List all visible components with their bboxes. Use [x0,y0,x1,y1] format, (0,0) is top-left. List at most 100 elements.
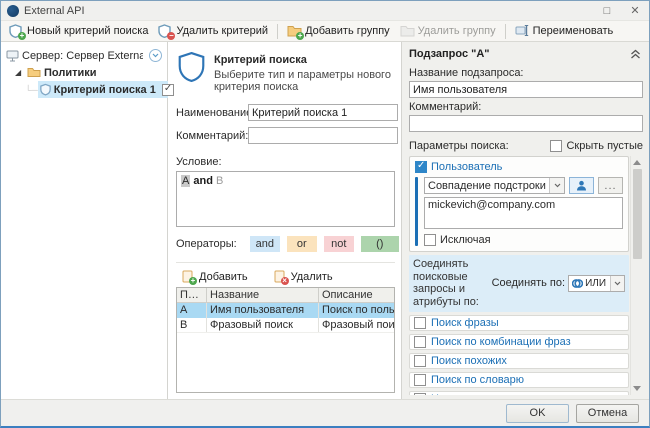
delete-criterion-button[interactable]: – Удалить критерий [153,22,273,40]
subquery-comment-input[interactable] [409,115,643,132]
search-type-checkbox[interactable] [414,355,426,367]
collapse-panel-icon[interactable] [630,49,641,59]
comment-label: Комментарий: [176,130,248,142]
hide-empty-toggle[interactable]: Скрыть пустые [550,140,643,152]
operator-and-button[interactable]: and [250,236,280,252]
exclude-toggle[interactable]: Исключая [424,234,623,246]
app-shield-icon [7,5,19,17]
more-options-button[interactable]: ... [598,177,623,194]
search-type-item[interactable]: Поиск по словарю [409,372,629,388]
search-type-checkbox[interactable] [414,317,426,329]
user-param-card: Пользователь Совпадение подстроки [409,156,629,252]
pick-user-button[interactable] [569,177,594,194]
scrollbar-thumb[interactable] [633,169,642,259]
criterion-checkbox[interactable] [162,84,174,96]
chevron-down-icon[interactable] [610,276,624,291]
name-label: Наименование: [176,107,248,119]
table-header: Под... Название Описание [177,288,394,303]
operators-label: Операторы: [176,238,237,250]
toolbar-separator [277,24,278,39]
toolbar-separator [505,24,506,39]
search-type-item[interactable]: Поиск по комбинации фраз [409,334,629,350]
tree-node-policies[interactable]: ◢ Политики [1,64,167,81]
tree-node-label: Политики [44,67,97,79]
search-type-checkbox[interactable] [414,393,426,395]
criteria-tree: Сервер: Сервер External API 1 ◢ Политики… [1,42,168,399]
search-type-item[interactable]: Поиск фразы [409,315,629,331]
condition-label: Условие: [176,156,395,168]
main-content: Сервер: Сервер External API 1 ◢ Политики… [1,42,649,399]
condition-token-a[interactable]: A [181,175,190,187]
remove-icon: × [274,270,287,283]
folder-icon [27,67,41,78]
tree-node-server[interactable]: Сервер: Сервер External API 1 [1,47,167,64]
tree-selection[interactable]: Критерий поиска 1 [38,81,178,98]
add-group-button[interactable]: + Добавить группу [282,22,395,40]
chevron-down-icon[interactable] [549,178,564,193]
folder-add-icon: + [287,24,302,38]
search-type-checkbox[interactable] [414,374,426,386]
tree-connector: └─ [25,85,38,95]
tree-node-label: Сервер: Сервер External API 1 [22,50,143,62]
editor-title: Критерий поиска [214,52,395,66]
column-header-description[interactable]: Описание [319,288,394,302]
remove-subquery-button[interactable]: × Удалить [274,270,333,283]
condition-editor[interactable]: A and B [176,171,395,227]
condition-token-b[interactable]: B [216,175,223,187]
criterion-shield-icon [178,52,205,82]
search-type-item[interactable]: Нераспознанные документы [409,391,629,395]
condition-token-operator[interactable]: and [193,175,216,187]
criterion-name-input[interactable] [248,104,398,121]
subquery-name-input[interactable] [409,81,643,98]
vertical-scrollbar[interactable] [630,156,643,395]
add-subquery-button[interactable]: + Добавить [182,270,248,283]
rename-button[interactable]: Переименовать [510,22,619,40]
join-mode-select[interactable]: ИЛИ [568,275,625,292]
criterion-comment-input[interactable] [248,127,398,144]
scroll-down-arrow[interactable] [633,386,641,391]
cancel-button[interactable]: Отмена [576,404,639,423]
add-icon: + [182,270,195,283]
ok-button[interactable]: OK [506,404,569,423]
server-icon [6,50,19,62]
shield-icon [40,83,51,96]
join-band: Соединять поисковые запросы и атрибуты п… [409,255,629,312]
table-row[interactable]: A Имя пользователя Поиск по пользователя… [177,303,394,318]
params-scroll-area: Пользователь Совпадение подстроки [409,156,643,395]
subquery-name-label: Название подзапроса: [409,67,643,79]
column-header-name[interactable]: Название [207,288,319,302]
close-button[interactable]: ✕ [621,1,649,20]
or-icon [572,278,583,289]
new-criterion-button[interactable]: + Новый критерий поиска [4,22,153,40]
search-type-item[interactable]: Поиск похожих [409,353,629,369]
maximize-button[interactable]: □ [593,1,621,20]
operators-row: Операторы: and or not () [176,236,395,252]
match-mode-select[interactable]: Совпадение подстроки [424,177,565,194]
collapse-chevron-icon[interactable] [149,49,162,62]
delete-group-button[interactable]: Удалить группу [395,22,501,40]
toolbar: + Новый критерий поиска – Удалить критер… [1,20,649,42]
scroll-up-arrow[interactable] [633,160,641,165]
table-empty-area [177,333,394,392]
editor-subtitle: Выберите тип и параметры нового критерия… [214,66,395,93]
user-param-label[interactable]: Пользователь [431,161,502,173]
tree-node-label: Критерий поиска 1 [54,84,156,96]
operator-parens-button[interactable]: () [361,236,399,252]
tree-node-criterion[interactable]: └─ Критерий поиска 1 [1,81,167,98]
operator-not-button[interactable]: not [324,236,354,252]
column-header-id[interactable]: Под... [177,288,207,302]
table-row[interactable]: B Фразовый поиск Фразовый поиск: договор [177,318,394,333]
search-type-checkbox[interactable] [414,336,426,348]
hide-empty-checkbox[interactable] [550,140,562,152]
tree-expander-icon[interactable]: ◢ [15,68,24,77]
exclude-checkbox[interactable] [424,234,436,246]
dialog-footer: OK Отмена [1,399,649,426]
operator-or-button[interactable]: or [287,236,317,252]
subquery-comment-label: Комментарий: [409,101,643,113]
title-bar[interactable]: External API □ ✕ [1,1,649,20]
shield-add-icon: + [9,24,24,38]
editor-header: Критерий поиска Выберите тип и параметры… [176,50,395,101]
user-value-input[interactable]: mickevich@company.com [424,197,623,229]
rename-icon [515,24,530,38]
user-param-checkbox[interactable] [415,161,427,173]
